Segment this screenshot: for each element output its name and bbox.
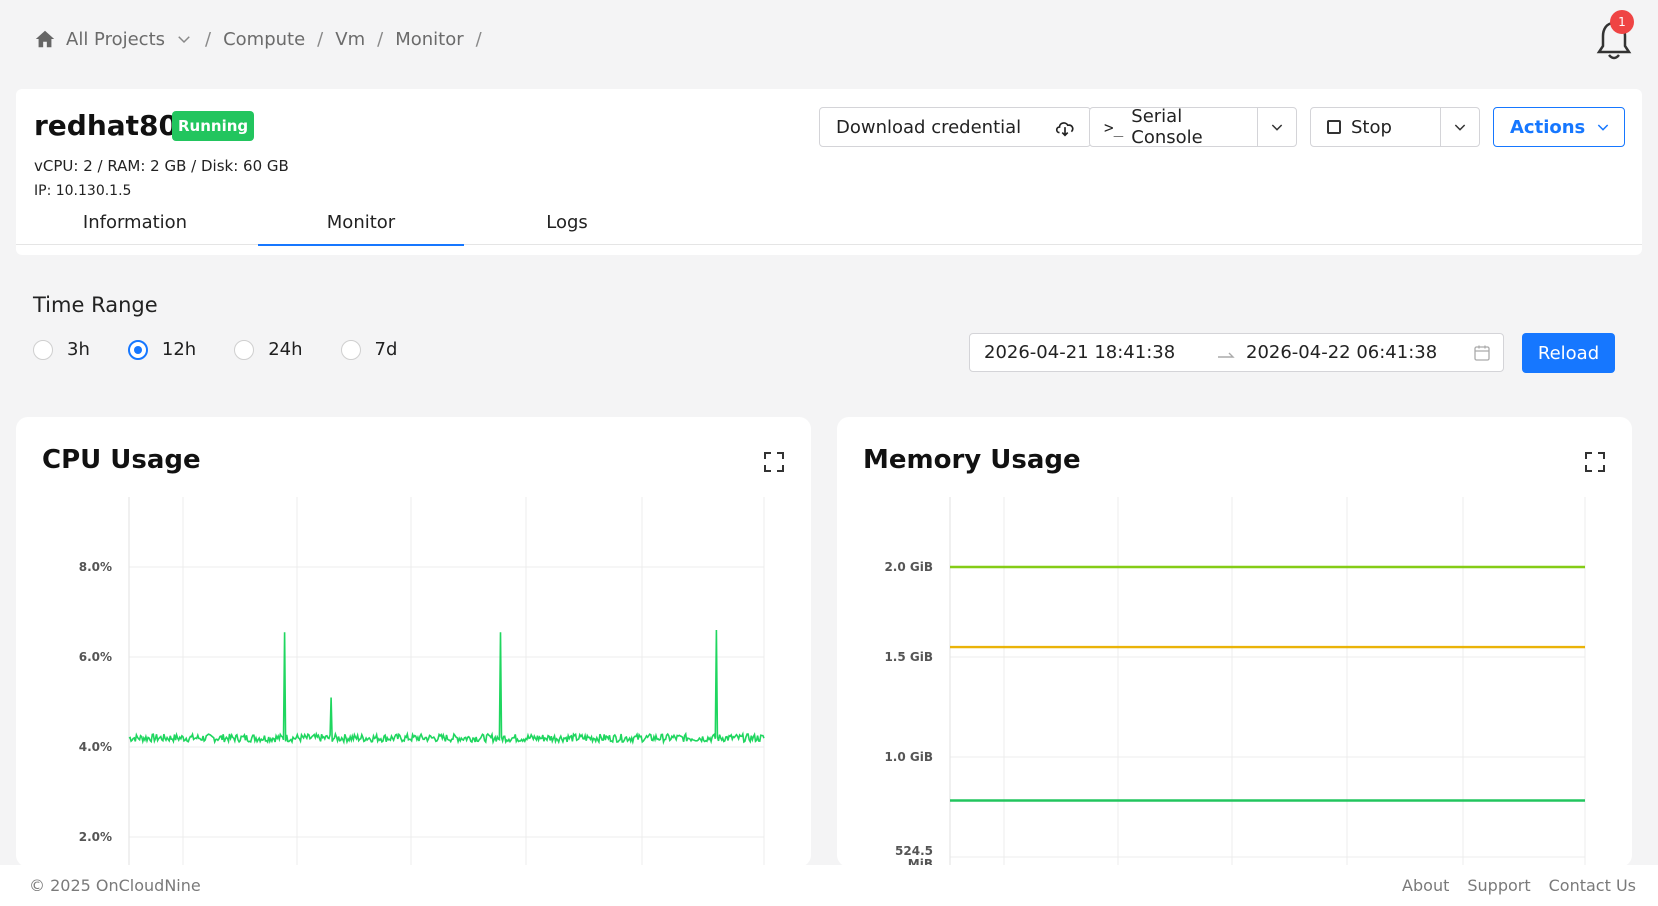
y-tick-label: 6.0% [79,650,112,664]
radio-3h[interactable]: 3h [33,339,90,360]
radio-label: 3h [67,339,90,360]
radio-circle[interactable] [234,339,255,360]
cpu-series-line [128,629,765,746]
footer-link-about[interactable]: About [1402,876,1449,895]
terminal-icon: >_ [1104,117,1124,137]
download-credential-label: Download credential [836,116,1022,138]
stop-icon [1327,120,1341,134]
y-tick-label: 1.5 GiB [884,650,933,664]
footer-link-support[interactable]: Support [1467,876,1530,895]
radio-12h[interactable]: 12h [127,339,197,360]
chevron-down-icon [1271,124,1283,131]
stop-dropdown[interactable] [1441,119,1479,135]
serial-console-dropdown[interactable] [1258,119,1296,135]
y-tick-label: 524.5 [895,844,933,858]
breadcrumb-monitor: Monitor [395,28,464,50]
end-date-input[interactable]: 2026-04-22 06:41:38 [1246,342,1437,363]
footer-link-contact[interactable]: Contact Us [1549,876,1636,895]
date-range-picker[interactable]: 2026-04-21 18:41:38 2026-04-22 06:41:38 [969,333,1504,372]
memory-usage-chart: 2.0 GiB1.5 GiB1.0 GiB524.5MiB [884,497,1586,867]
radio-24h[interactable]: 24h [234,339,303,360]
chevron-down-icon[interactable] [175,30,193,48]
breadcrumb-separator: / [475,28,482,50]
reload-button[interactable]: Reload [1522,333,1615,373]
vm-header-card: redhat80 Running vCPU: 2 / RAM: 2 GB / D… [16,89,1642,255]
y-tick-label: 1.0 GiB [884,750,933,764]
arrow-right-icon [1217,346,1235,367]
stop-label: Stop [1351,116,1392,138]
y-tick-label: 8.0% [79,560,112,574]
download-credential-button[interactable]: Download credential [819,107,1091,147]
tab-information[interactable]: Information [16,199,254,245]
breadcrumb: All Projects / Compute / Vm / Monitor / [34,24,494,54]
radio-circle[interactable] [340,339,361,360]
tab-monitor[interactable]: Monitor [258,199,464,246]
vm-ip: IP: 10.130.1.5 [34,183,132,199]
cpu-usage-chart: 8.0% 6.0% 4.0% 2.0% [79,497,765,867]
time-range-options: 3h 12h 24h 7d [33,339,435,360]
radio-label: 12h [161,339,197,360]
radio-circle[interactable] [33,339,53,360]
breadcrumb-separator: / [317,28,324,50]
memory-usage-card: Memory Usage 2.0 GiB 1.5 GiB 1.0 GiB 524.5 M… [837,417,1632,867]
y-tick-label: 4.0% [79,740,112,754]
home-icon[interactable] [34,28,56,50]
radio-7d[interactable]: 7d [340,339,398,360]
actions-button[interactable]: Actions [1493,107,1625,147]
cloud-download-icon [1054,117,1076,144]
breadcrumb-compute[interactable]: Compute [223,29,305,50]
actions-label: Actions [1510,116,1586,138]
vm-name: redhat80 [34,109,179,142]
footer-copyright: © 2025 OnCloudNine [29,876,201,895]
cpu-usage-card: CPU Usage 8.0% 6.0% 4.0% 2.0% [16,417,811,867]
notification-badge: 1 [1610,10,1634,34]
breadcrumb-project[interactable]: All Projects [66,29,165,50]
breadcrumb-separator: / [377,28,384,50]
y-tick-label: 2.0% [79,830,112,844]
footer: © 2025 OnCloudNine About Support Contact… [0,865,1658,906]
radio-label: 7d [374,339,398,360]
calendar-icon[interactable] [1473,344,1491,367]
stop-button-group: Stop [1310,107,1480,147]
breadcrumb-vm[interactable]: Vm [335,29,365,50]
radio-label: 24h [268,339,303,360]
serial-console-label: Serial Console [1131,106,1203,148]
radio-circle[interactable] [127,339,148,360]
vm-spec: vCPU: 2 / RAM: 2 GB / Disk: 60 GB [34,157,289,175]
chevron-down-icon [1595,119,1611,135]
start-date-input[interactable]: 2026-04-21 18:41:38 [984,342,1175,363]
serial-console-button[interactable]: >_ Serial Console [1090,106,1258,148]
tab-logs[interactable]: Logs [464,199,670,245]
status-badge: Running [172,111,255,141]
time-range-title: Time Range [33,293,158,317]
vm-tabs: Information Monitor Logs [16,199,1642,246]
serial-console-button-group: >_ Serial Console [1089,106,1297,148]
stop-button[interactable]: Stop [1311,108,1441,146]
breadcrumb-separator: / [205,28,212,50]
y-tick-label: 2.0 GiB [884,560,933,574]
chevron-down-icon [1454,124,1466,131]
